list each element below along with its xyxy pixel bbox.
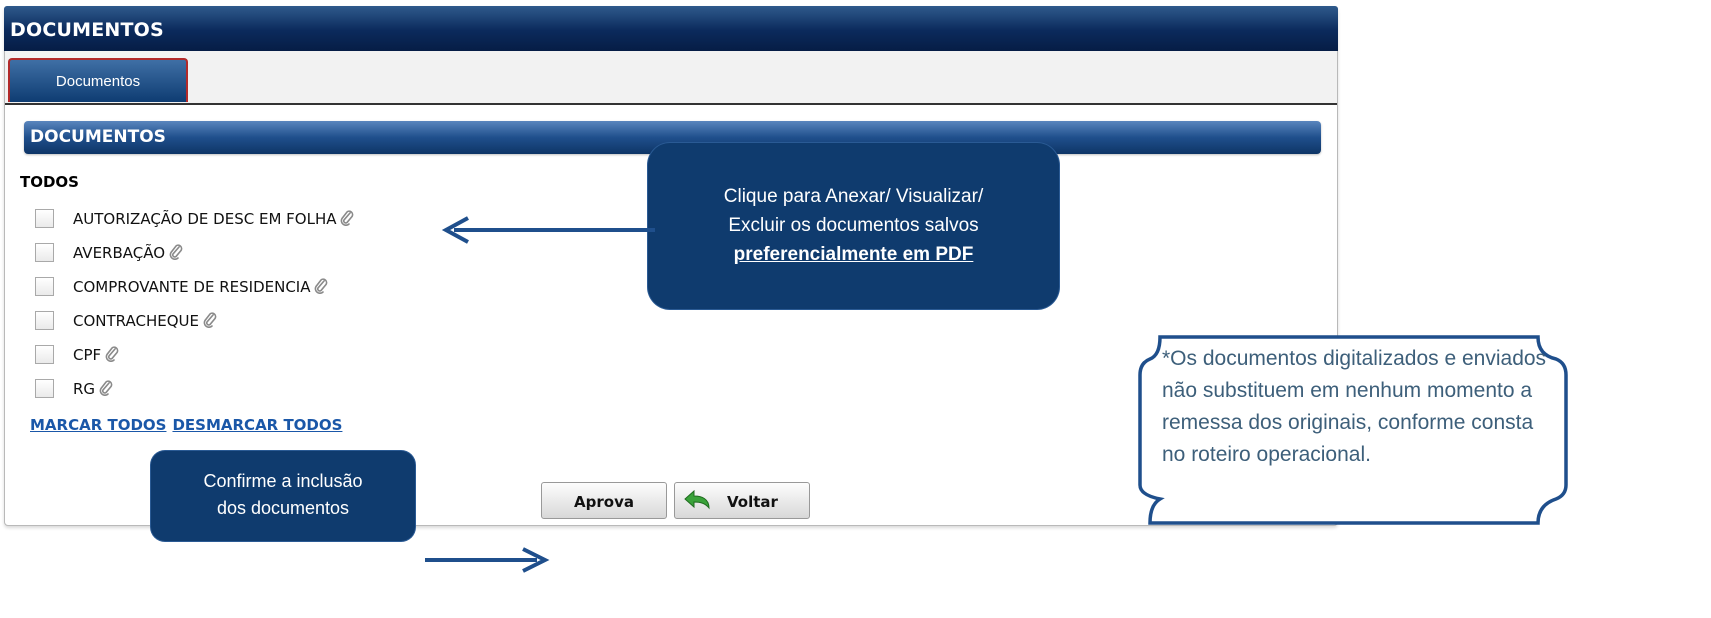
callout-line: Confirme a inclusão (203, 471, 363, 491)
paperclip-icon[interactable] (169, 244, 183, 260)
mark-all-link[interactable]: MARCAR TODOS (30, 416, 166, 434)
document-checkbox[interactable] (35, 277, 54, 296)
tab-strip: Documentos (5, 51, 1337, 105)
back-button[interactable]: Voltar (674, 482, 810, 519)
disclaimer-note: *Os documentos digitalizados e enviados … (1162, 347, 1547, 466)
paperclip-icon[interactable] (203, 312, 217, 328)
paperclip-icon[interactable] (314, 278, 328, 294)
document-checkbox[interactable] (35, 379, 54, 398)
paperclip-icon[interactable] (340, 210, 354, 226)
document-checkbox[interactable] (35, 311, 54, 330)
document-checkbox[interactable] (35, 209, 54, 228)
callout-emphasis: preferencialmente em PDF (733, 244, 974, 265)
section-title: DOCUMENTOS (30, 127, 166, 147)
right-arrow-annotation (425, 547, 550, 573)
attach-instructions-callout: Clique para Anexar/ Visualizar/ Excluir … (648, 143, 1059, 309)
document-checkbox[interactable] (35, 345, 54, 364)
selection-links: MARCAR TODOS DESMARCAR TODOS (30, 416, 342, 434)
back-button-label: Voltar (727, 493, 778, 511)
paperclip-icon[interactable] (99, 380, 113, 396)
document-label[interactable]: AUTORIZAÇÃO DE DESC EM FOLHA (73, 210, 354, 228)
document-label[interactable]: COMPROVANTE DE RESIDENCIA (73, 278, 328, 296)
callout-line: dos documentos (216, 498, 350, 518)
document-checkbox[interactable] (35, 243, 54, 262)
document-label[interactable]: CONTRACHEQUE (73, 312, 217, 330)
unmark-all-link[interactable]: DESMARCAR TODOS (172, 416, 342, 434)
callout-line: Excluir os documentos salvos (728, 215, 979, 236)
return-arrow-icon (684, 490, 710, 510)
callout-line: Clique para Anexar/ Visualizar/ (723, 186, 984, 207)
document-label[interactable]: RG (73, 380, 113, 398)
document-label[interactable]: CPF (73, 346, 119, 364)
window-title: DOCUMENTOS (10, 19, 164, 41)
document-label[interactable]: AVERBAÇÃO (73, 244, 183, 262)
group-label: TODOS (20, 173, 79, 191)
tab-documentos[interactable]: Documentos (8, 58, 188, 102)
confirm-callout: Confirme a inclusão dos documentos (151, 451, 415, 541)
approve-button[interactable]: Aprova (541, 482, 667, 519)
paperclip-icon[interactable] (105, 346, 119, 362)
window-title-bar: DOCUMENTOS (4, 6, 1338, 51)
approve-button-label: Aprova (574, 493, 634, 511)
tab-label: Documentos (55, 73, 141, 90)
left-arrow-annotation (441, 216, 655, 244)
